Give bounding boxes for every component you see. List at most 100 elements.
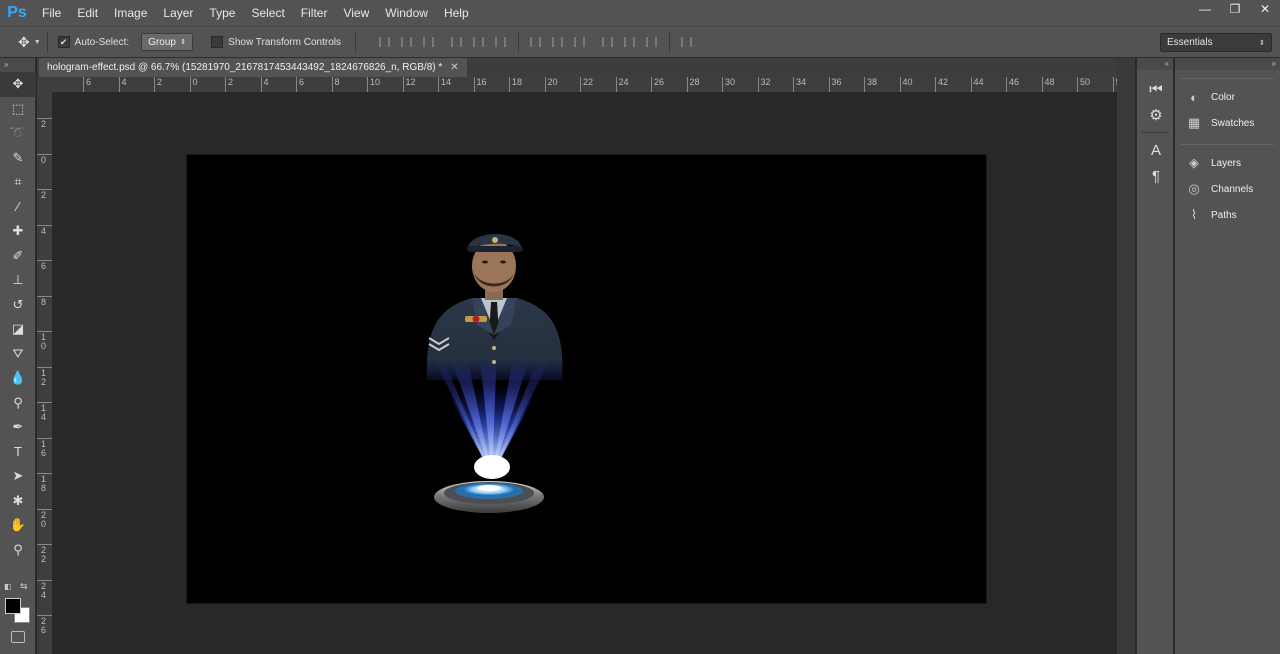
align-controls xyxy=(374,32,698,52)
history-brush-tool-icon[interactable]: ↺ xyxy=(0,293,36,318)
ruler-tick: 2 xyxy=(37,189,52,225)
align-bottom-icon[interactable] xyxy=(418,33,440,51)
dock-collapse-toggle[interactable]: « xyxy=(1137,58,1173,70)
document-tab-title: hologram-effect.psd @ 66.7% (15281970_21… xyxy=(47,62,443,73)
auto-align-layers-icon[interactable] xyxy=(676,33,698,51)
ruler-tick-label: 34 xyxy=(796,77,807,87)
menu-help[interactable]: Help xyxy=(436,0,477,26)
align-top-icon[interactable] xyxy=(374,33,396,51)
character-icon[interactable]: A xyxy=(1137,137,1175,163)
color-palette-icon: ◐ xyxy=(1190,89,1198,105)
menu-window[interactable]: Window xyxy=(377,0,436,26)
tool-preset-picker[interactable]: ✥ ▼ xyxy=(18,34,41,51)
move-tool-icon[interactable]: ✥ xyxy=(0,72,36,97)
default-colors-icon[interactable]: ◧ xyxy=(4,582,12,591)
ruler-tick: 6 xyxy=(83,77,91,92)
quick-mask-icon[interactable] xyxy=(11,631,25,643)
document-tab-bar: hologram-effect.psd @ 66.7% (15281970_21… xyxy=(37,58,1135,77)
ruler-tick: 4 xyxy=(118,77,127,92)
ruler-tick-label: 2 xyxy=(41,119,47,129)
brush-tool-icon[interactable]: ✐ xyxy=(0,244,36,269)
align-right-icon[interactable] xyxy=(490,33,512,51)
align-vertical-center-icon[interactable] xyxy=(396,33,418,51)
paragraph-icon[interactable]: ¶ xyxy=(1137,163,1175,189)
path-selection-tool-icon[interactable]: ➤ xyxy=(0,464,36,489)
ruler-tick: 36 xyxy=(828,77,842,92)
ruler-tick-label: 4 xyxy=(121,77,127,87)
ruler-tick-label: 22 xyxy=(41,545,47,564)
menu-image[interactable]: Image xyxy=(106,0,155,26)
eyedropper-tool-icon[interactable]: ⁄ xyxy=(0,195,36,220)
ruler-tick-label: 10 xyxy=(370,77,381,87)
vertical-ruler[interactable]: 2 0 2 4 6 8 10 12 14 16 18 20 22 24 26 xyxy=(37,93,53,654)
swatches-panel[interactable]: ▦ Swatches xyxy=(1175,110,1280,136)
close-button[interactable]: ✕ xyxy=(1250,0,1280,18)
layers-panel[interactable]: ◈ Layers xyxy=(1175,150,1280,176)
distribute-right-icon[interactable] xyxy=(641,33,663,51)
align-horizontal-center-icon[interactable] xyxy=(468,33,490,51)
ruler-tick-label: 26 xyxy=(41,616,47,635)
ruler-tick-label: 12 xyxy=(405,77,416,87)
image-canvas[interactable] xyxy=(186,154,987,604)
ruler-tick: 6 xyxy=(296,77,304,92)
distribute-bottom-icon[interactable] xyxy=(569,33,591,51)
custom-shape-tool-icon[interactable]: ✱ xyxy=(0,489,36,514)
show-transform-checkbox[interactable] xyxy=(211,36,224,48)
document-tab[interactable]: hologram-effect.psd @ 66.7% (15281970_21… xyxy=(39,58,467,77)
clone-stamp-tool-icon[interactable]: ⊥ xyxy=(0,268,36,293)
ruler-tick: 24 xyxy=(615,77,629,92)
channels-panel[interactable]: ◎ Channels xyxy=(1175,176,1280,202)
lasso-tool-icon[interactable]: ➰ xyxy=(0,121,36,146)
pen-tool-icon[interactable]: ✒ xyxy=(0,415,36,440)
horizontal-ruler[interactable]: 6 4 2 0 2 4 6 8 10 12 14 16 18 20 22 24 26 28 30 32 34 36 38 40… xyxy=(53,77,1135,93)
ruler-tick-label: 20 xyxy=(41,509,47,529)
marquee-tool-icon[interactable]: ⬚ xyxy=(0,97,36,122)
distribute-top-icon[interactable] xyxy=(525,33,547,51)
ruler-tick: 0 xyxy=(189,77,198,92)
paint-bucket-tool-icon[interactable]: ⛛ xyxy=(0,342,36,367)
menu-edit[interactable]: Edit xyxy=(69,0,106,26)
zoom-tool-icon[interactable]: ⚲ xyxy=(0,538,36,563)
auto-select-checkbox[interactable]: ✔ xyxy=(57,36,70,48)
dropdown-arrows-icon: ⇕ xyxy=(1259,39,1265,47)
distribute-horizontal-center-icon[interactable] xyxy=(619,33,641,51)
close-icon[interactable]: ✕ xyxy=(450,62,458,73)
divider xyxy=(517,32,519,52)
eraser-tool-icon[interactable]: ◪ xyxy=(0,317,36,342)
dodge-tool-icon[interactable]: ⚲ xyxy=(0,391,36,416)
align-left-icon[interactable] xyxy=(446,33,468,51)
auto-select-mode-dropdown[interactable]: Group ⇕ xyxy=(141,33,194,51)
ruler-origin[interactable] xyxy=(37,77,53,93)
menu-view[interactable]: View xyxy=(335,0,377,26)
tools-collapse-toggle[interactable]: » xyxy=(0,58,35,72)
foreground-color[interactable] xyxy=(5,598,21,614)
blur-tool-icon[interactable]: 💧 xyxy=(0,366,36,391)
ruler-tick-label: 42 xyxy=(938,77,949,87)
divider xyxy=(354,32,356,52)
history-icon[interactable]: ⏮ xyxy=(1137,76,1175,102)
menu-layer[interactable]: Layer xyxy=(155,0,201,26)
quick-selection-tool-icon[interactable]: ✎ xyxy=(0,146,36,171)
tool-list: ✥ ⬚ ➰ ✎ ⌗ ⁄ ✚ ✐ ⊥ ↺ ◪ ⛛ 💧 ⚲ ✒ T ➤ ✱ ✋ ⚲ xyxy=(0,72,36,563)
paths-panel[interactable]: ⌇ Paths xyxy=(1175,202,1280,228)
vertical-scrollbar[interactable] xyxy=(1117,58,1135,654)
layers-panel-label: Layers xyxy=(1211,157,1242,169)
dock-expand-toggle[interactable]: » xyxy=(1175,58,1280,70)
swap-colors-icon[interactable]: ⇆ xyxy=(20,581,28,592)
distribute-left-icon[interactable] xyxy=(597,33,619,51)
distribute-vertical-center-icon[interactable] xyxy=(547,33,569,51)
menu-file[interactable]: File xyxy=(34,0,69,26)
ruler-tick: 42 xyxy=(935,77,948,92)
minimize-button[interactable]: — xyxy=(1190,0,1220,18)
menu-type[interactable]: Type xyxy=(201,0,243,26)
workspace-dropdown[interactable]: Essentials ⇕ xyxy=(1160,33,1272,52)
hand-tool-icon[interactable]: ✋ xyxy=(0,513,36,538)
menu-filter[interactable]: Filter xyxy=(293,0,336,26)
healing-brush-tool-icon[interactable]: ✚ xyxy=(0,219,36,244)
type-tool-icon[interactable]: T xyxy=(0,440,36,465)
properties-icon[interactable]: ⚙ xyxy=(1137,102,1175,128)
crop-tool-icon[interactable]: ⌗ xyxy=(0,170,36,195)
menu-select[interactable]: Select xyxy=(243,0,292,26)
color-panel[interactable]: ◐ Color xyxy=(1175,84,1280,110)
restore-button[interactable]: ❐ xyxy=(1220,0,1250,18)
